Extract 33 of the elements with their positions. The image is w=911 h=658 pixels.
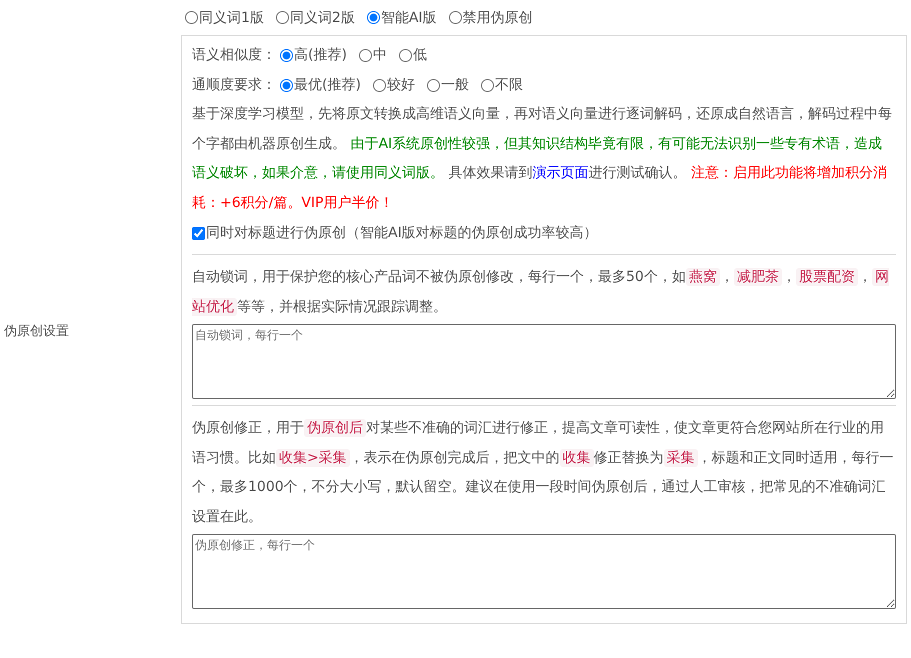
radio-label: 低 bbox=[412, 46, 427, 64]
radio-button[interactable] bbox=[366, 11, 380, 24]
lock-words-field[interactable]: 自动锁词，每行一个 bbox=[192, 324, 896, 399]
corrections-field[interactable]: 伪原创修正，每行一个 bbox=[192, 534, 896, 609]
radio-button[interactable] bbox=[448, 11, 462, 24]
checkbox[interactable] bbox=[192, 226, 205, 240]
checkbox-label: 同时对标题进行伪原创（智能AI版对标题的伪原创成功率较高） bbox=[206, 224, 598, 242]
radio-label: 不限 bbox=[494, 76, 523, 94]
radio-label: 最优(推荐) bbox=[294, 76, 361, 94]
radio-label: 较好 bbox=[386, 76, 415, 94]
radio-button[interactable] bbox=[372, 78, 386, 92]
radio-label: 同义词2版 bbox=[290, 8, 355, 26]
radio-label: 同义词1版 bbox=[199, 8, 264, 26]
radio-label: 高(推荐) bbox=[294, 46, 347, 64]
radio-button[interactable] bbox=[426, 78, 440, 92]
radio-label: 一般 bbox=[440, 76, 469, 94]
radio-label: 中 bbox=[372, 46, 387, 64]
radio-button[interactable] bbox=[185, 11, 198, 24]
corrections-description: 伪原创修正，用于 伪原创后 对某些不准确的词汇进行修正，提高文章可读性，使文章更符合您网站所在行业的用语习惯。比如 收集>采集 ，表示在伪原创完成后，把文中的 收集 修正替换为 采集 ，标题和正文同时适用，每行一个，最多1000个，不分大小写，默认留空。建议在使用一段时间伪原创后，通过人工审核，把常见的不准确词汇设置在此。 bbox=[192, 418, 895, 526]
setting-label: 语义相似度： bbox=[192, 46, 276, 64]
radio-label: 智能AI版 bbox=[380, 8, 437, 26]
section-label: 伪原创设置 bbox=[4, 323, 69, 340]
radio-button[interactable] bbox=[280, 48, 293, 62]
radio-label: 禁用伪原创 bbox=[462, 8, 533, 26]
radio-button[interactable] bbox=[276, 11, 289, 24]
ai-description: 基于深度学习模型，先将原文转换成高维语义向量，再对语义向量进行逐词解码，还原成自然语言，解码过程中每个字都由机器原创生成。 由于AI系统原创性较强，但其知识结构毕竟有限，有可能无法识别一些专有术语，造成语义破坏，如果介意，请使用同义词版。 具体效果请到演示页面进行测试确认。 注意：启用此功能将增加积分消耗：+6积分/篇。VIP用户半价！ bbox=[192, 105, 893, 212]
lock-words-description: 自动锁词，用于保护您的核心产品词不被伪原创修改，每行一个，最多50个，如 燕窝 ， 减肥茶 ， 股票配资 ， 网站优化 等等，并根据实际情况跟踪调整。 bbox=[192, 267, 890, 318]
radio-button[interactable] bbox=[358, 48, 372, 62]
radio-button[interactable] bbox=[480, 78, 494, 92]
radio-button[interactable] bbox=[398, 48, 412, 62]
demo-page-link[interactable]: 演示页面 bbox=[532, 165, 588, 181]
radio-button[interactable] bbox=[280, 78, 293, 92]
setting-label: 通顺度要求： bbox=[192, 76, 276, 94]
